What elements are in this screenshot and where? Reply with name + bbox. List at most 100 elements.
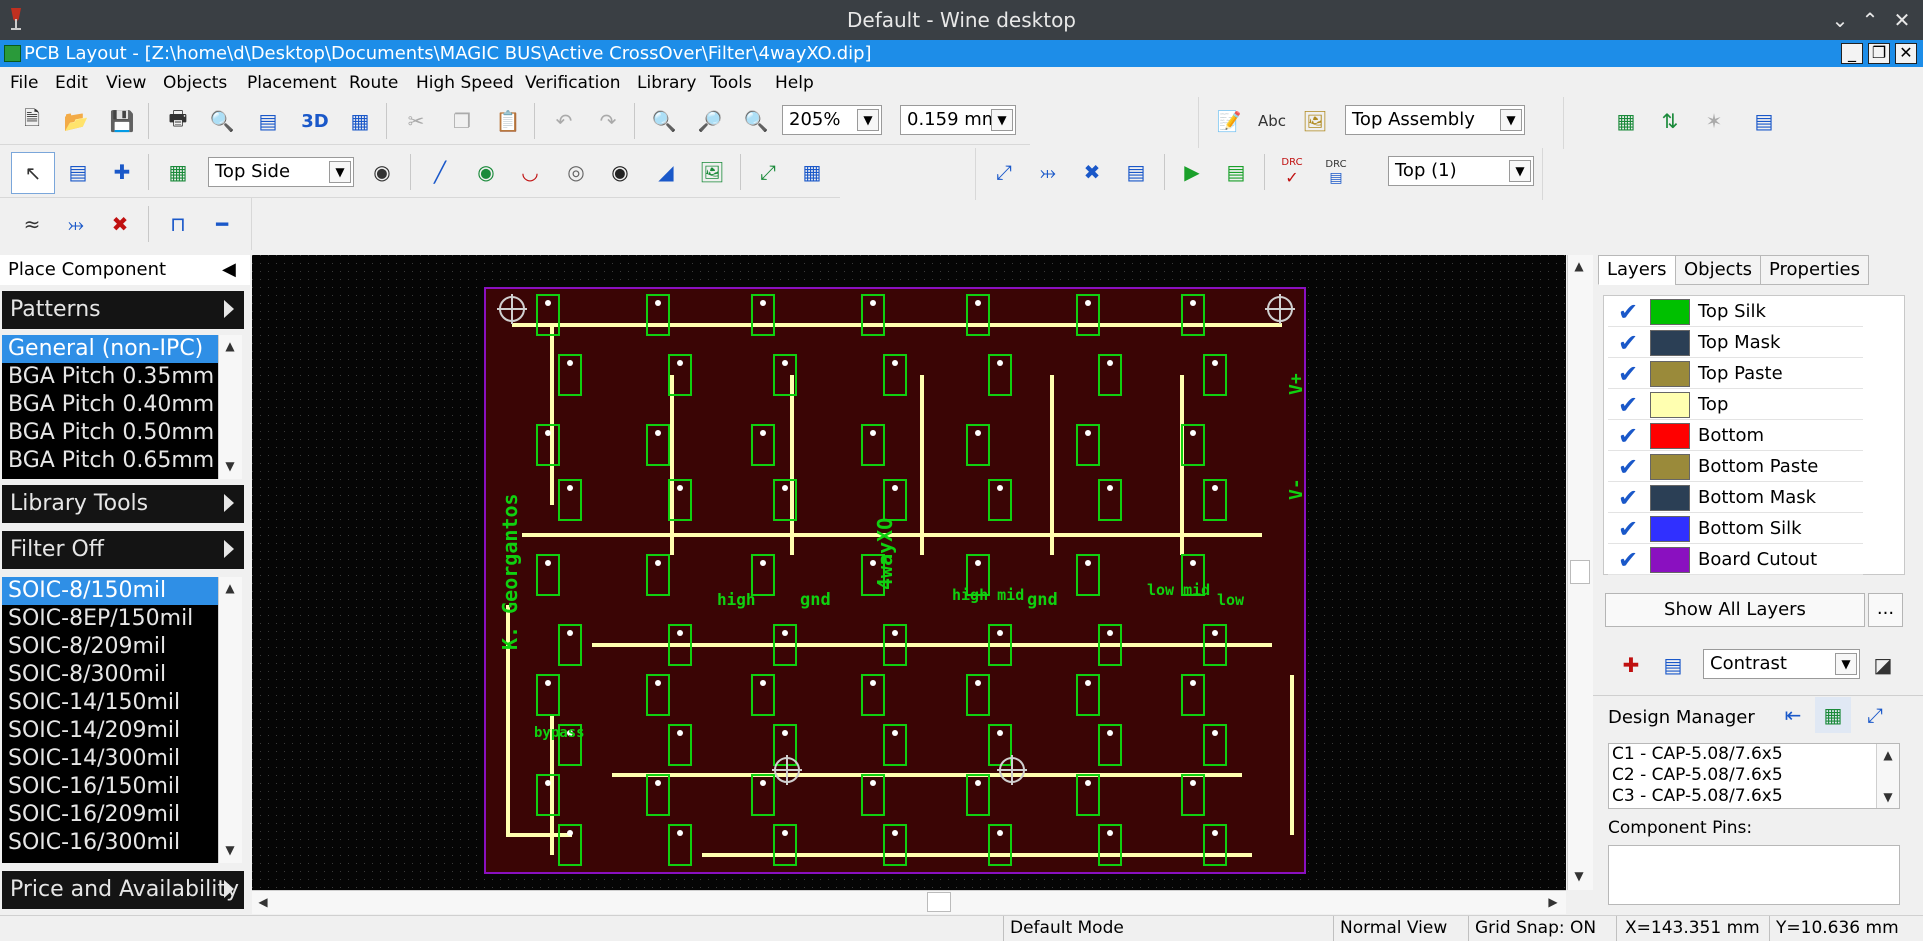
layer-row[interactable]: ✔ Bottom Mask [1608,483,1863,513]
binoculars-icon[interactable]: ◉ [364,154,400,190]
route-trace-icon[interactable]: ⤢ [986,154,1022,190]
scroll-down-icon[interactable]: ▼ [1877,786,1899,808]
list-item[interactable]: SOIC-14/150mil [2,689,218,717]
open-folder-icon[interactable]: 📂 [58,103,94,139]
origin-cross-icon[interactable]: ✚ [104,154,140,190]
layer-row[interactable]: ✔ Bottom Silk [1608,514,1863,544]
3d-view-button[interactable]: 3D [297,103,333,139]
print-preview-icon[interactable]: 🔍 [204,103,240,139]
image-tool-icon[interactable]: 🖼 [694,154,730,190]
menu-verification[interactable]: Verification [525,73,621,93]
menu-route[interactable]: Route [349,73,398,93]
package-list[interactable]: SOIC-8/150mil SOIC-8EP/150mil SOIC-8/209… [2,577,218,863]
route-branch-icon[interactable]: ⤔ [1030,154,1066,190]
scroll-down-icon[interactable]: ▼ [1568,865,1590,887]
scroll-up-icon[interactable]: ▲ [1877,744,1899,766]
copy-icon[interactable]: ❐ [444,103,480,139]
contrast-toggle-icon[interactable]: ◪ [1865,647,1901,683]
layer-visible-checkbox[interactable]: ✔ [1608,390,1648,420]
pattern-scrollbar[interactable]: ▲ ▼ [218,335,242,479]
menu-high-speed[interactable]: High Speed [416,73,514,93]
more-button[interactable]: ... [1868,593,1903,627]
list-item[interactable]: SOIC-8EP/150mil [2,605,218,633]
select-pointer-icon[interactable]: ↖ [11,152,55,194]
list-item[interactable]: SOIC-16/150mil [2,773,218,801]
zoom-out-icon[interactable]: 🔎 [692,103,728,139]
layer-color-swatch[interactable] [1650,423,1690,449]
list-item[interactable]: BGA Pitch 0.35mm [2,363,218,391]
layer-edit-icon[interactable]: ▤ [1655,647,1691,683]
layer-color-swatch[interactable] [1650,299,1690,325]
drc-report-button[interactable]: DRC ▤ [1318,154,1354,190]
canvas-hscrollbar[interactable]: ◀ ▶ [252,890,1566,914]
list-item[interactable]: C3 - CAP-5.08/7.6x5 [1612,786,1899,807]
diff-pair-icon[interactable]: ≈ [14,206,50,242]
list-item[interactable]: SOIC-16/300mil [2,829,218,857]
list-item[interactable]: SOIC-16/209mil [2,801,218,829]
layer-visible-checkbox[interactable]: ✔ [1608,297,1648,327]
component-list-scrollbar[interactable]: ▲ ▼ [1876,744,1899,808]
place-component-icon[interactable]: ▦ [160,154,196,190]
component-pins-list[interactable] [1608,845,1900,905]
net-length-icon[interactable]: ⤔ [58,206,94,242]
layer-row[interactable]: ✔ Board Cutout [1608,545,1863,575]
zoom-fit-icon[interactable]: 🔍 [738,103,774,139]
dm-nets-icon[interactable]: ⤢ [1857,697,1893,733]
route-settings-icon[interactable]: ▤ [1118,154,1154,190]
layer-visible-checkbox[interactable]: ✔ [1608,483,1648,513]
dimension-tool-icon[interactable]: ⤢ [750,154,786,190]
price-availability-header[interactable]: Price and Availability [2,871,244,909]
minimize-button[interactable]: _ [1841,43,1863,64]
list-item[interactable]: General (non-IPC) [2,335,218,363]
component-unlink-icon[interactable]: ✶ [1696,103,1732,139]
zoom-in-icon[interactable]: 🔍 [646,103,682,139]
layer-visible-checkbox[interactable]: ✔ [1608,359,1648,389]
scroll-up-icon[interactable]: ▲ [219,335,241,357]
component-table-icon[interactable]: ▦ [1608,103,1644,139]
assembly-edit-icon[interactable]: 📝 [1211,103,1247,139]
pattern-list[interactable]: General (non-IPC) BGA Pitch 0.35mm BGA P… [2,335,218,479]
component-swap-icon[interactable]: ⇅ [1652,103,1688,139]
dm-collapse-icon[interactable]: ⇤ [1775,697,1811,733]
close-button[interactable]: ✕ [1895,43,1917,64]
menu-view[interactable]: View [106,73,146,93]
show-all-layers-button[interactable]: Show All Layers [1605,593,1865,627]
arc-tool-icon[interactable]: ◡ [512,154,548,190]
grid-view-icon[interactable]: ▦ [342,103,378,139]
menu-file[interactable]: File [10,73,38,93]
chevron-down-icon[interactable]: ▼ [1500,109,1522,131]
layer-color-swatch[interactable] [1650,547,1690,573]
menu-edit[interactable]: Edit [55,73,88,93]
pad-tool-icon[interactable]: ◉ [468,154,504,190]
layer-color-swatch[interactable] [1650,485,1690,511]
drc-check-button[interactable]: DRC ✓ [1274,154,1310,190]
chevron-down-icon[interactable]: ▼ [991,109,1013,131]
menu-objects[interactable]: Objects [163,73,227,93]
redo-icon[interactable]: ↷ [590,103,626,139]
layer-row[interactable]: ✔ Bottom [1608,421,1863,451]
list-item[interactable]: SOIC-8/150mil [2,577,218,605]
pcb-board[interactable]: K. Georgantos 4wayXO high gnd high mid g… [252,255,1566,890]
run-report-icon[interactable]: ▤ [1218,154,1254,190]
run-icon[interactable]: ▶ [1174,154,1210,190]
scroll-thumb[interactable] [1570,560,1590,584]
menu-placement[interactable]: Placement [247,73,337,93]
chevron-up-icon[interactable]: ⌃ [1856,6,1884,34]
chevron-down-icon[interactable]: ▼ [1835,653,1857,675]
side-select[interactable]: Top Side ▼ [208,157,354,187]
restore-button[interactable]: ❐ [1868,43,1890,64]
print-icon[interactable]: 🖶 [160,103,196,139]
chevron-down-icon[interactable]: ▼ [857,109,879,131]
measure-icon[interactable]: ▤ [60,154,96,190]
pcb-canvas[interactable]: K. Georgantos 4wayXO high gnd high mid g… [252,255,1566,890]
via-tool-icon[interactable]: ◎ [558,154,594,190]
meander-icon[interactable]: ⊓ [160,206,196,242]
layer-row[interactable]: ✔ Top Mask [1608,328,1863,358]
polygon-tool-icon[interactable]: ◢ [648,154,684,190]
layer-visible-checkbox[interactable]: ✔ [1608,545,1648,575]
scroll-down-icon[interactable]: ▼ [219,455,241,477]
tab-layers[interactable]: Layers [1598,255,1676,285]
grid-select[interactable]: 0.159 mm ▼ [900,105,1016,135]
list-item[interactable]: C1 - CAP-5.08/7.6x5 [1612,744,1899,765]
dm-components-icon[interactable]: ▦ [1815,697,1851,733]
